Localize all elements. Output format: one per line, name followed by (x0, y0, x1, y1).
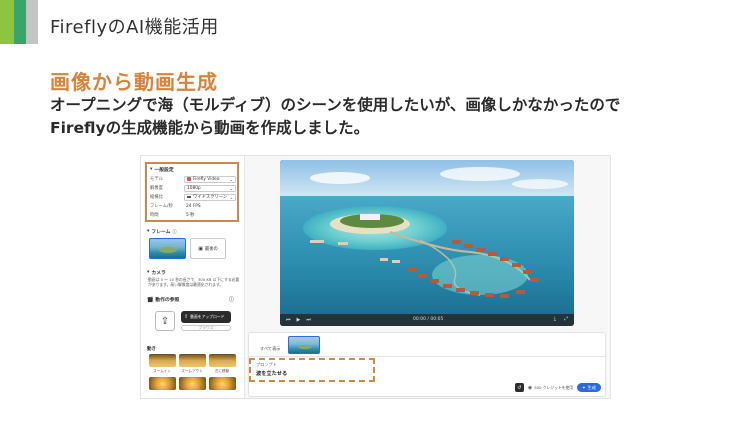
cloud-upload-icon: ⇪ (160, 315, 170, 327)
fullscreen-icon[interactable]: ⤢ (564, 316, 568, 322)
motion-option-5[interactable] (179, 377, 206, 390)
description-line-1: オープニングで海（モルディブ）のシーンを使用したいが、画像しかなかったので (50, 96, 621, 114)
chevron-down-icon: ⌄ (229, 176, 233, 182)
fps-label: フレーム/秒 (150, 204, 173, 209)
camera-label: カメラ (151, 271, 166, 276)
main-area: ⏮ ▶ ⏭ 00:00 / 00:05 ⤓ ⤢ すべて表示 プロンプト 波を立た… (246, 156, 610, 398)
download-icon[interactable]: ⤓ (554, 316, 556, 322)
upload-video-button[interactable]: ⇧ 動画をアップロード (181, 311, 231, 323)
credit-text: 500 クレジットを使用 (534, 384, 574, 390)
aspect-label: 縦横比 (150, 195, 163, 200)
upload-video-label: 動画をアップロード (190, 314, 225, 319)
prompt-label: プロンプト (256, 362, 277, 367)
general-settings-title[interactable]: ▾ 一般設定 (150, 166, 174, 173)
chevron-down-icon: ▾ (147, 270, 150, 275)
setting-row-aspect: 縦横比 ワイドスクリーン ⌄ (150, 193, 236, 201)
description-line-2: Fireflyの生成機能から動画を作成しました。 (50, 119, 370, 137)
generation-panel: すべて表示 プロンプト 波を立たせる ↺ ◉ 500 クレジットを使用 ✦ 生成 (248, 332, 606, 397)
show-all-link[interactable]: すべて表示 (260, 346, 280, 352)
setting-row-duration: 時間 5 秒 (150, 211, 236, 219)
first-frame-thumbnail[interactable] (149, 238, 186, 259)
skip-forward-icon[interactable]: ⏭ (306, 317, 311, 323)
camera-section-title[interactable]: ▾ カメラ (147, 269, 166, 276)
slide-description: オープニングで海（モルディブ）のシーンを使用したいが、画像しかなかったので Fi… (50, 94, 620, 140)
motion-option-6[interactable] (209, 377, 236, 390)
general-settings-label: 一般設定 (154, 168, 174, 173)
model-value: Firefly Video (193, 176, 220, 182)
duration-label: 時間 (150, 213, 159, 218)
setting-row-model: モデル Firefly Video ⌄ (150, 175, 236, 183)
divider (249, 356, 605, 357)
aspect-value: ワイドスクリーン (193, 195, 228, 200)
resolution-label: 解像度 (150, 186, 163, 191)
generate-footer: ↺ ◉ 500 クレジットを使用 ✦ 生成 (514, 383, 601, 392)
duration-value: 5 秒 (186, 213, 195, 218)
chevron-down-icon: ⌄ (229, 185, 233, 191)
motion-zoom-out-label: ズームアウト (181, 369, 203, 373)
accent-stripe-teal (14, 0, 26, 44)
last-frame-label: 最後の (204, 246, 218, 252)
slide-heading: 画像から動画生成 (50, 70, 218, 94)
camera-help-text: 動画は 5 〜 10 秒の長さで、300 KB 以下にする必要があります。高い解… (148, 277, 240, 288)
frames-section-title[interactable]: ▾ フレーム ⓘ (147, 228, 177, 236)
upload-dropzone[interactable]: ⇪ (155, 311, 175, 331)
accent-stripe-green (0, 0, 14, 44)
model-select[interactable]: Firefly Video ⌄ (184, 175, 236, 183)
last-frame-button[interactable]: ▣ 最後の (190, 238, 226, 259)
general-settings-panel: ▾ 一般設定 モデル Firefly Video ⌄ 解像度 1080p ⌄ 縦… (145, 162, 239, 222)
sparkle-icon: ✦ (582, 385, 586, 390)
chevron-down-icon: ⌄ (229, 194, 233, 200)
prompt-input[interactable]: 波を立たせる (256, 370, 287, 377)
header-title: FireflyのAI機能活用 (50, 17, 219, 38)
generate-label: 生成 (587, 384, 596, 390)
frames-label: フレーム (151, 230, 171, 235)
browse-label: ブラウズ (198, 325, 214, 330)
video-time: 00:00 / 00:05 (413, 317, 444, 322)
resolution-select[interactable]: 1080p ⌄ (184, 184, 236, 192)
motion-pan-left[interactable] (209, 354, 236, 367)
browse-button[interactable]: ブラウズ (181, 325, 231, 331)
setting-row-resolution: 解像度 1080p ⌄ (150, 184, 236, 192)
prompt-area[interactable]: プロンプト 波を立たせる (249, 358, 375, 382)
motion-zoom-out[interactable] (179, 354, 206, 367)
firefly-logo-icon (187, 177, 191, 181)
firefly-screenshot: ▾ 一般設定 モデル Firefly Video ⌄ 解像度 1080p ⌄ 縦… (140, 155, 611, 399)
video-controls: ⏮ ▶ ⏭ 00:00 / 00:05 ⤓ ⤢ (280, 314, 574, 326)
accent-stripe-gray (26, 0, 38, 44)
maldives-video-frame (280, 160, 574, 326)
model-label: モデル (150, 177, 163, 182)
info-icon: ⓘ (229, 297, 235, 303)
island-shape (298, 345, 312, 349)
skip-back-icon[interactable]: ⏮ (286, 317, 291, 323)
widescreen-icon (187, 195, 191, 199)
motion-zoom-in[interactable] (149, 354, 176, 367)
history-icon[interactable]: ↺ (514, 383, 524, 392)
motion-zoom-in-label: ズームイン (153, 369, 171, 373)
play-icon[interactable]: ▶ (297, 317, 301, 323)
island-shape (159, 247, 177, 253)
credit-coin-icon: ◉ (527, 384, 533, 391)
chevron-down-icon: ▾ (147, 229, 150, 234)
chevron-down-icon: ▾ (150, 167, 153, 172)
resolution-value: 1080p (187, 185, 201, 191)
motion-section-title: 動き (147, 347, 156, 352)
accent-bar (0, 0, 38, 44)
video-player[interactable]: ⏮ ▶ ⏭ 00:00 / 00:05 ⤓ ⤢ (280, 160, 574, 326)
fps-value: 24 FPS (186, 203, 201, 209)
settings-sidebar: ▾ 一般設定 モデル Firefly Video ⌄ 解像度 1080p ⌄ 縦… (141, 156, 245, 398)
credit-info: ◉ 500 クレジットを使用 (528, 385, 573, 391)
aspect-select[interactable]: ワイドスクリーン ⌄ (184, 193, 236, 201)
info-icon: ⓘ (172, 228, 177, 234)
reference-label: 動作の参照 (155, 298, 180, 303)
motion-option-4[interactable] (149, 377, 176, 390)
generated-thumbnail[interactable] (288, 336, 320, 354)
setting-row-fps: フレーム/秒 24 FPS (150, 202, 236, 210)
video-icon: 🎬︎ (147, 296, 154, 303)
image-icon: ▣ (198, 245, 203, 252)
generate-button[interactable]: ✦ 生成 (577, 383, 601, 392)
reference-section-title[interactable]: 🎬︎ 動作の参照 ⓘ (147, 296, 239, 304)
upload-icon: ⇧ (184, 314, 189, 320)
motion-pan-left-label: 左に移動 (214, 369, 230, 373)
